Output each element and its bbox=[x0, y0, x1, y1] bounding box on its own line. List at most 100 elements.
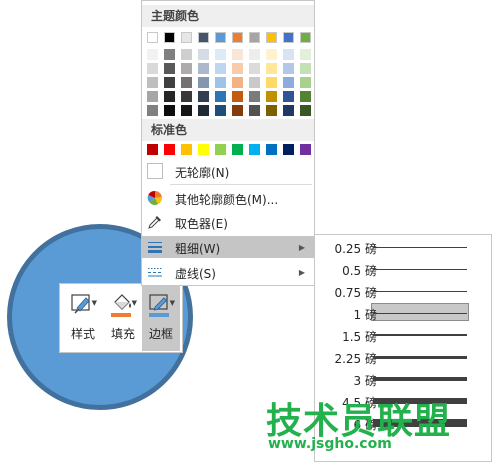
more-colors-item[interactable]: 其他轮廓颜色(M)... bbox=[142, 187, 314, 209]
theme-shade-swatch[interactable] bbox=[266, 77, 277, 88]
theme-shade-swatch[interactable] bbox=[215, 105, 226, 116]
theme-color-swatch[interactable] bbox=[266, 32, 277, 43]
theme-shade-swatch[interactable] bbox=[215, 77, 226, 88]
theme-color-column bbox=[147, 32, 158, 119]
theme-shade-swatch[interactable] bbox=[181, 105, 192, 116]
theme-shade-swatch[interactable] bbox=[232, 63, 243, 74]
theme-shade-swatch[interactable] bbox=[232, 105, 243, 116]
theme-shade-swatch[interactable] bbox=[147, 77, 158, 88]
theme-shade-swatch[interactable] bbox=[181, 91, 192, 102]
theme-shade-swatch[interactable] bbox=[164, 77, 175, 88]
standard-color-swatch[interactable] bbox=[266, 144, 277, 155]
theme-color-column bbox=[198, 32, 209, 119]
weight-item[interactable]: 粗细(W) ▶ bbox=[142, 236, 314, 258]
theme-shade-swatch[interactable] bbox=[300, 91, 311, 102]
outline-label: 边框 bbox=[148, 327, 173, 341]
eyedropper-icon bbox=[147, 214, 163, 230]
standard-color-swatch[interactable] bbox=[164, 144, 175, 155]
theme-shade-swatch[interactable] bbox=[147, 105, 158, 116]
weight-option[interactable]: 3 磅 bbox=[315, 368, 491, 390]
outline-button[interactable]: ▼ 边框 bbox=[142, 285, 180, 351]
standard-color-swatch[interactable] bbox=[181, 144, 192, 155]
eyedropper-item[interactable]: 取色器(E) bbox=[142, 211, 314, 233]
theme-shade-swatch[interactable] bbox=[181, 77, 192, 88]
weight-option[interactable]: 0.5 磅 bbox=[315, 258, 491, 280]
theme-shade-swatch[interactable] bbox=[232, 77, 243, 88]
theme-color-swatch[interactable] bbox=[300, 32, 311, 43]
fill-button[interactable]: ▼ 填充 bbox=[104, 285, 142, 351]
color-wheel-icon bbox=[147, 190, 163, 206]
standard-color-swatch[interactable] bbox=[232, 144, 243, 155]
standard-color-swatch[interactable] bbox=[198, 144, 209, 155]
theme-shade-swatch[interactable] bbox=[198, 63, 209, 74]
theme-shade-swatch[interactable] bbox=[283, 63, 294, 74]
theme-shade-swatch[interactable] bbox=[249, 77, 260, 88]
theme-shade-swatch[interactable] bbox=[198, 105, 209, 116]
weight-option[interactable]: 2.25 磅 bbox=[315, 346, 491, 368]
menu-divider bbox=[170, 184, 312, 185]
theme-shade-swatch[interactable] bbox=[198, 77, 209, 88]
theme-shade-swatch[interactable] bbox=[283, 91, 294, 102]
theme-shade-swatch[interactable] bbox=[232, 49, 243, 60]
weight-option[interactable]: 0.25 磅 bbox=[315, 236, 491, 258]
theme-shade-swatch[interactable] bbox=[147, 49, 158, 60]
no-outline-item[interactable]: 无轮廓(N) bbox=[142, 160, 314, 182]
theme-shade-swatch[interactable] bbox=[283, 77, 294, 88]
theme-color-swatch[interactable] bbox=[215, 32, 226, 43]
theme-shade-swatch[interactable] bbox=[215, 63, 226, 74]
theme-shade-swatch[interactable] bbox=[300, 63, 311, 74]
theme-shade-swatch[interactable] bbox=[164, 105, 175, 116]
theme-shade-swatch[interactable] bbox=[181, 49, 192, 60]
theme-shade-swatch[interactable] bbox=[215, 49, 226, 60]
theme-shade-swatch[interactable] bbox=[164, 49, 175, 60]
outline-color-menu: 主题颜色 标准色 无轮廓(N) 其他轮廓颜色(M)... 取色器(E) 粗细(W… bbox=[141, 0, 315, 286]
theme-shade-swatch[interactable] bbox=[249, 63, 260, 74]
theme-shade-swatch[interactable] bbox=[300, 77, 311, 88]
theme-color-column bbox=[232, 32, 243, 119]
standard-color-swatch[interactable] bbox=[300, 144, 311, 155]
weight-option-label: 1.5 磅 bbox=[342, 330, 377, 344]
weight-option[interactable]: 1 磅 bbox=[315, 302, 491, 324]
theme-shade-swatch[interactable] bbox=[181, 63, 192, 74]
style-button[interactable]: ▼ 样式 bbox=[64, 285, 102, 351]
theme-shade-swatch[interactable] bbox=[249, 91, 260, 102]
weight-line-sample bbox=[373, 356, 467, 359]
theme-shade-swatch[interactable] bbox=[232, 91, 243, 102]
weight-option[interactable]: 0.75 磅 bbox=[315, 280, 491, 302]
theme-shade-swatch[interactable] bbox=[249, 49, 260, 60]
shape-style-icon: ▼ bbox=[69, 291, 97, 317]
theme-shade-swatch[interactable] bbox=[164, 91, 175, 102]
theme-shade-swatch[interactable] bbox=[266, 105, 277, 116]
standard-color-swatch[interactable] bbox=[147, 144, 158, 155]
theme-color-swatch[interactable] bbox=[198, 32, 209, 43]
theme-color-swatch[interactable] bbox=[249, 32, 260, 43]
theme-shade-swatch[interactable] bbox=[215, 91, 226, 102]
theme-shade-swatch[interactable] bbox=[283, 105, 294, 116]
theme-color-swatch[interactable] bbox=[232, 32, 243, 43]
standard-color-swatch[interactable] bbox=[249, 144, 260, 155]
theme-color-swatch[interactable] bbox=[164, 32, 175, 43]
theme-shade-swatch[interactable] bbox=[198, 49, 209, 60]
submenu-arrow-icon: ▶ bbox=[298, 268, 305, 277]
theme-shade-swatch[interactable] bbox=[249, 105, 260, 116]
dashes-item[interactable]: 虚线(S) ▶ bbox=[142, 261, 314, 283]
theme-shade-swatch[interactable] bbox=[266, 91, 277, 102]
weight-option[interactable]: 1.5 磅 bbox=[315, 324, 491, 346]
theme-color-swatch[interactable] bbox=[283, 32, 294, 43]
theme-shade-swatch[interactable] bbox=[300, 105, 311, 116]
theme-shade-swatch[interactable] bbox=[300, 49, 311, 60]
standard-color-swatch[interactable] bbox=[283, 144, 294, 155]
theme-color-column bbox=[300, 32, 311, 119]
theme-shade-swatch[interactable] bbox=[164, 63, 175, 74]
theme-shade-swatch[interactable] bbox=[283, 49, 294, 60]
theme-shade-swatch[interactable] bbox=[147, 91, 158, 102]
fill-label: 填充 bbox=[110, 327, 135, 341]
theme-color-swatch[interactable] bbox=[147, 32, 158, 43]
theme-shade-swatch[interactable] bbox=[147, 63, 158, 74]
theme-shade-swatch[interactable] bbox=[198, 91, 209, 102]
standard-color-swatch[interactable] bbox=[215, 144, 226, 155]
pen-outline-icon: ▼ bbox=[147, 291, 175, 317]
theme-color-swatch[interactable] bbox=[181, 32, 192, 43]
theme-shade-swatch[interactable] bbox=[266, 63, 277, 74]
theme-shade-swatch[interactable] bbox=[266, 49, 277, 60]
